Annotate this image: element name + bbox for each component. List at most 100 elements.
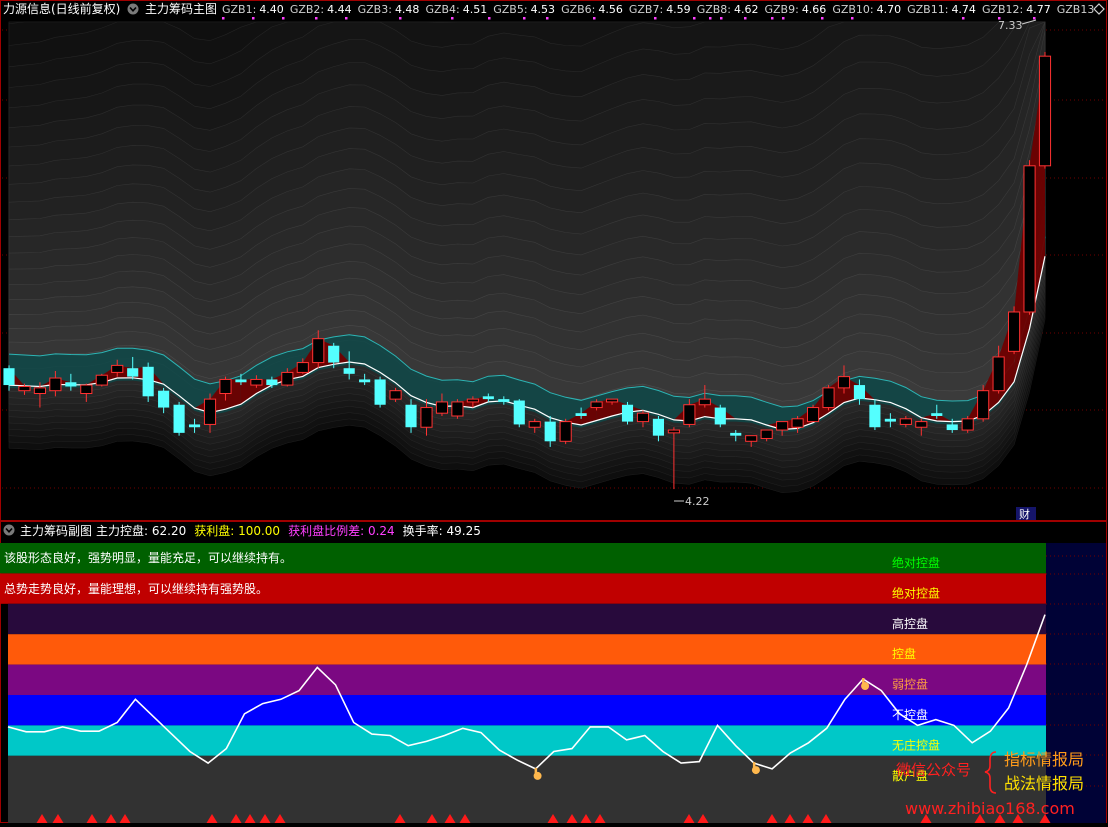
candle-body-up xyxy=(590,401,603,409)
control-band xyxy=(8,755,1046,823)
candle-body-up xyxy=(203,398,217,425)
chevron-down-icon[interactable] xyxy=(3,524,15,536)
stat-label: 获利盘: xyxy=(194,523,238,538)
gzb-value: 4.59 xyxy=(666,3,691,16)
candle-body-down xyxy=(652,418,664,436)
control-band xyxy=(8,664,1046,695)
candle-body-down xyxy=(343,368,355,374)
candle-body-down xyxy=(853,385,866,400)
gzb-name: GZB7: xyxy=(629,3,663,16)
gzb-marker xyxy=(720,17,723,20)
candle-body-up xyxy=(528,421,541,428)
control-band xyxy=(8,695,1046,726)
gzb-value: 4.77 xyxy=(1026,3,1051,16)
main-indicator-toggle[interactable] xyxy=(127,3,139,15)
watermark-line-2: 战法情报局 xyxy=(1004,774,1084,793)
candle-body-down xyxy=(884,418,896,422)
candle-body-up xyxy=(559,421,572,442)
candle-body-down xyxy=(482,396,494,400)
gzb-name: GZB3: xyxy=(358,3,392,16)
gzb-marker xyxy=(654,17,657,20)
stat-value: 100.00 xyxy=(238,524,280,538)
comment-line-2: 总势走势良好，量能理想，可以继续持有强势股。 xyxy=(4,581,268,596)
gzb-marker xyxy=(451,17,454,20)
sub-indicator-toggle[interactable] xyxy=(3,524,15,536)
gzb-marker xyxy=(222,17,225,20)
candle-body-up xyxy=(899,418,912,425)
stat-value: 0.24 xyxy=(368,524,395,538)
candle-body-up xyxy=(1023,165,1036,313)
gzb-marker xyxy=(1033,17,1036,20)
chip-distribution-fan xyxy=(8,21,1046,493)
control-band-label: 绝对控盘 xyxy=(892,585,940,600)
stat-label: 换手率: xyxy=(403,523,447,538)
candle-body-up xyxy=(961,418,974,431)
candle-body-up xyxy=(776,421,789,431)
candle-body-up xyxy=(822,387,835,409)
stat-label: 主力控盘: xyxy=(96,523,152,538)
chevron-down-icon[interactable] xyxy=(127,3,139,15)
gzb-name: GZB4: xyxy=(425,3,459,16)
candle-body-up xyxy=(667,429,680,434)
candle-body-up xyxy=(636,412,650,423)
candle-body-up xyxy=(451,401,464,417)
chart-canvas: 力源信息(日线前复权) 主力筹码主图 GZB1: 4.40 GZB2: 4.44 GZB… xyxy=(0,0,1108,823)
low-price-label: 4.22 xyxy=(685,495,710,508)
candle-body-up xyxy=(791,418,804,428)
gzb-value: 4.56 xyxy=(598,3,623,16)
gzb-marker xyxy=(693,17,696,20)
gzb-name: GZB1: xyxy=(222,3,256,16)
candle-body-up xyxy=(1008,311,1021,352)
gzb-marker xyxy=(282,17,285,20)
gzb-marker xyxy=(399,17,402,20)
gzb-name: GZB11: xyxy=(907,3,948,16)
gzb-marker xyxy=(771,17,774,20)
candle-body-down xyxy=(869,404,881,428)
gzb-name: GZB12: xyxy=(982,3,1023,16)
candle-body-down xyxy=(513,400,525,425)
gzb-marker xyxy=(488,17,491,20)
control-band-label: 无庄控盘 xyxy=(892,737,940,752)
gzb-marker xyxy=(782,17,785,20)
gzb-marker xyxy=(546,17,549,20)
candle-body-up xyxy=(250,378,263,386)
gzb-name: GZB13 xyxy=(1057,3,1095,16)
gzb-marker xyxy=(744,17,747,20)
candle-body-down xyxy=(158,390,170,408)
gzb-marker xyxy=(709,17,712,20)
candle-body-down xyxy=(173,404,185,433)
candle-body-up xyxy=(745,435,758,442)
high-price-label: 7.33 xyxy=(998,19,1023,32)
candle-body-up xyxy=(49,377,62,392)
candle-body-down xyxy=(374,379,386,405)
gzb-value: 4.70 xyxy=(877,3,902,16)
watermark-prefix: 微信公众号 xyxy=(896,761,971,779)
gzb-value: 4.62 xyxy=(734,3,759,16)
sub-panel: 绝对控盘绝对控盘高控盘控盘弱控盘不控盘无庄控盘散户盘 主力筹码副图 主力控盘: … xyxy=(0,521,1107,823)
candle-body-down xyxy=(188,424,201,428)
gzb-marker xyxy=(821,17,824,20)
gzb-name: GZB9: xyxy=(765,3,799,16)
candle-body-down xyxy=(328,345,340,363)
candle-body-up xyxy=(992,356,1005,392)
candle-body-down xyxy=(235,379,247,383)
candle-body-down xyxy=(730,432,742,436)
control-band xyxy=(8,725,1046,756)
candle-body-up xyxy=(605,398,619,403)
watermark-line-1: 指标情报局 xyxy=(1004,750,1084,769)
hand-finger xyxy=(862,678,865,684)
main-panel: 力源信息(日线前复权) 主力筹码主图 GZB1: 4.40 GZB2: 4.44 GZB… xyxy=(0,0,1107,521)
hand-finger xyxy=(752,762,756,769)
candle-body-up xyxy=(296,362,309,373)
candle-body-down xyxy=(266,379,278,386)
candle-body-up xyxy=(915,421,928,428)
stat-value: 62.20 xyxy=(152,524,186,538)
candle-body-up xyxy=(977,390,990,420)
gzb-marker xyxy=(593,17,596,20)
gzb-name: GZB2: xyxy=(290,3,324,16)
candle-body-down xyxy=(946,424,958,431)
candle-body-up xyxy=(312,338,325,364)
candle-body-up xyxy=(683,404,696,425)
main-indicator-name: 主力筹码主图 xyxy=(145,2,217,16)
candle-body-up xyxy=(760,429,773,439)
